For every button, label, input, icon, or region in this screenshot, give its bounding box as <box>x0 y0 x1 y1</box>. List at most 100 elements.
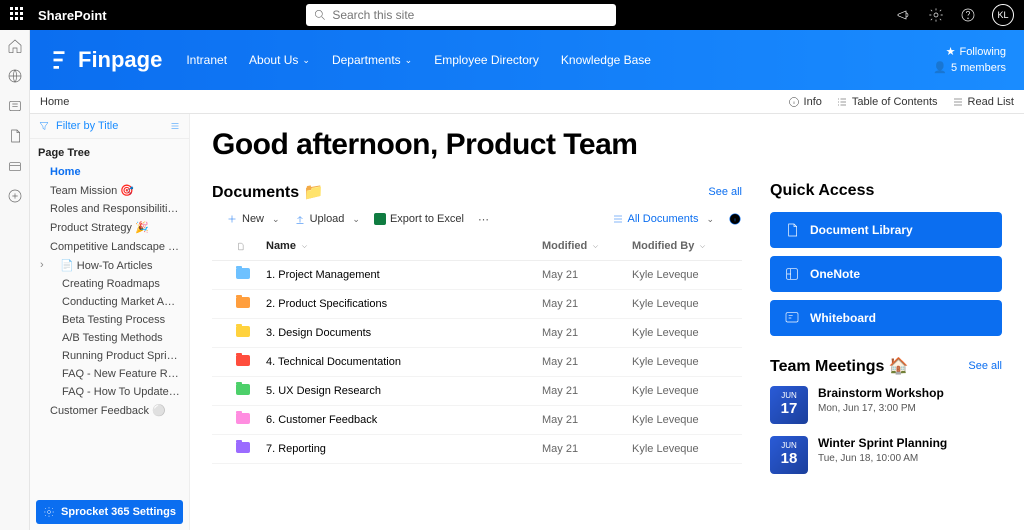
search-box <box>306 4 616 26</box>
qa-icon <box>784 222 800 238</box>
meeting-title: Brainstorm Workshop <box>818 386 944 400</box>
info-link[interactable]: Info <box>788 96 822 108</box>
gear-icon <box>43 506 55 518</box>
table-row[interactable]: 7. ReportingMay 21Kyle Leveque <box>212 435 742 464</box>
folder-icon <box>236 297 250 308</box>
see-all-docs[interactable]: See all <box>708 186 742 198</box>
table-row[interactable]: 1. Project ManagementMay 21Kyle Leveque <box>212 261 742 290</box>
breadcrumb[interactable]: Home <box>40 96 69 108</box>
chevron-down-icon: ⌄ <box>272 214 280 225</box>
new-button[interactable]: New⌄ <box>226 213 280 225</box>
export-button[interactable]: Export to Excel <box>374 213 464 225</box>
brand: SharePoint <box>38 8 107 23</box>
tree-item[interactable]: FAQ - New Feature Req… <box>30 365 189 383</box>
globe-icon[interactable] <box>7 68 23 84</box>
table-row[interactable]: 4. Technical DocumentationMay 21Kyle Lev… <box>212 348 742 377</box>
meeting-subtitle: Tue, Jun 18, 10:00 AM <box>818 453 947 464</box>
gear-icon[interactable] <box>928 7 944 23</box>
doc-modified-by: Kyle Leveque <box>632 327 742 339</box>
members-count[interactable]: 👤5 members <box>933 60 1006 77</box>
col-modified-by[interactable]: Modified By <box>632 240 742 252</box>
toc-link[interactable]: Table of Contents <box>836 96 938 108</box>
doc-name: 3. Design Documents <box>266 327 542 339</box>
nav-kb[interactable]: Knowledge Base <box>561 53 651 67</box>
quick-access-button[interactable]: OneNote <box>770 256 1002 292</box>
page-title: Good afternoon, Product Team <box>212 128 1002 162</box>
site-header: Finpage Intranet About Us⌄ Departments⌄ … <box>30 30 1024 90</box>
add-icon[interactable] <box>7 188 23 204</box>
doc-modified: May 21 <box>542 298 632 310</box>
documents-heading: Documents 📁 <box>212 182 324 202</box>
meeting-item[interactable]: JUN18 Winter Sprint Planning Tue, Jun 18, … <box>770 436 1002 474</box>
tree-item[interactable]: 📄 How-To Articles <box>30 256 189 275</box>
site-logo[interactable]: Finpage <box>48 47 162 73</box>
search-icon <box>313 8 327 22</box>
see-all-meetings[interactable]: See all <box>968 360 1002 372</box>
list-view-icon[interactable] <box>169 120 181 132</box>
more-button[interactable]: ⋯ <box>478 213 490 226</box>
page-tree-sidebar: Filter by Title Page Tree HomeTeam Missi… <box>30 114 190 530</box>
meeting-title: Winter Sprint Planning <box>818 436 947 450</box>
view-selector[interactable]: All Documents⌄ <box>612 213 714 225</box>
library-icon[interactable] <box>7 158 23 174</box>
main-content: Good afternoon, Product Team Documents 📁… <box>190 114 1024 530</box>
logo-icon <box>48 49 70 71</box>
news-icon[interactable] <box>7 98 23 114</box>
meeting-item[interactable]: JUN17Brainstorm WorkshopMon, Jun 17, 3:0… <box>770 386 1002 424</box>
table-row[interactable]: 6. Customer FeedbackMay 21Kyle Leveque <box>212 406 742 435</box>
doc-modified: May 21 <box>542 269 632 281</box>
quick-access-button[interactable]: Whiteboard <box>770 300 1002 336</box>
app-launcher-icon[interactable] <box>10 7 26 23</box>
home-icon[interactable] <box>7 38 23 54</box>
filter-icon <box>38 120 50 132</box>
tree-item[interactable]: Creating Roadmaps <box>30 275 189 293</box>
doc-modified-by: Kyle Leveque <box>632 385 742 397</box>
tree-item[interactable]: Roles and Responsibilities … <box>30 200 189 218</box>
nav-directory[interactable]: Employee Directory <box>434 53 539 67</box>
avatar[interactable]: KL <box>992 4 1014 26</box>
filter-input[interactable]: Filter by Title <box>56 120 118 132</box>
tree-item[interactable]: Beta Testing Process <box>30 311 189 329</box>
table-row[interactable]: 3. Design DocumentsMay 21Kyle Leveque <box>212 319 742 348</box>
col-modified[interactable]: Modified <box>542 240 632 252</box>
following-badge[interactable]: ★Following <box>933 44 1006 61</box>
search-input[interactable] <box>306 4 616 26</box>
doc-modified-by: Kyle Leveque <box>632 414 742 426</box>
chevron-down-icon: ⌄ <box>405 55 413 66</box>
doc-name: 5. UX Design Research <box>266 385 542 397</box>
upload-button[interactable]: Upload⌄ <box>294 213 360 225</box>
nav-departments[interactable]: Departments⌄ <box>332 53 412 67</box>
tree-item[interactable]: Team Mission 🎯 <box>30 181 189 200</box>
tree-item[interactable]: Product Strategy 🎉 <box>30 218 189 237</box>
table-row[interactable]: 2. Product SpecificationsMay 21Kyle Leve… <box>212 290 742 319</box>
topbar: SharePoint KL <box>0 0 1024 30</box>
sprocket-settings-button[interactable]: Sprocket 365 Settings <box>36 500 183 524</box>
meetings-heading: Team Meetings 🏠 <box>770 356 909 376</box>
tree-item[interactable]: FAQ - How To Update D… <box>30 383 189 401</box>
tree-item[interactable]: Customer Feedback ⚪ <box>30 401 189 420</box>
help-icon[interactable] <box>960 7 976 23</box>
page-icon[interactable] <box>7 128 23 144</box>
doc-type-icon <box>236 242 245 251</box>
quick-access-heading: Quick Access <box>770 182 874 200</box>
doc-modified: May 21 <box>542 356 632 368</box>
tree-item[interactable]: A/B Testing Methods <box>30 329 189 347</box>
doc-name: 6. Customer Feedback <box>266 414 542 426</box>
tree-item[interactable]: Running Product Sprints <box>30 347 189 365</box>
excel-icon <box>374 213 386 225</box>
nav-intranet[interactable]: Intranet <box>186 53 227 67</box>
quick-access-button[interactable]: Document Library <box>770 212 1002 248</box>
details-icon[interactable] <box>728 212 742 226</box>
col-name[interactable]: Name <box>266 240 542 252</box>
doc-name: 4. Technical Documentation <box>266 356 542 368</box>
table-row[interactable]: 5. UX Design ResearchMay 21Kyle Leveque <box>212 377 742 406</box>
calendar-badge: JUN18 <box>770 436 808 474</box>
megaphone-icon[interactable] <box>896 7 912 23</box>
tree-item[interactable]: Competitive Landscape 🖼️ <box>30 237 189 256</box>
readlist-link[interactable]: Read List <box>952 96 1014 108</box>
nav-about[interactable]: About Us⌄ <box>249 53 310 67</box>
tree-item[interactable]: Conducting Market Anal… <box>30 293 189 311</box>
chevron-down-icon: ⌄ <box>706 214 714 225</box>
folder-icon <box>236 442 250 453</box>
tree-item[interactable]: Home <box>30 163 189 181</box>
